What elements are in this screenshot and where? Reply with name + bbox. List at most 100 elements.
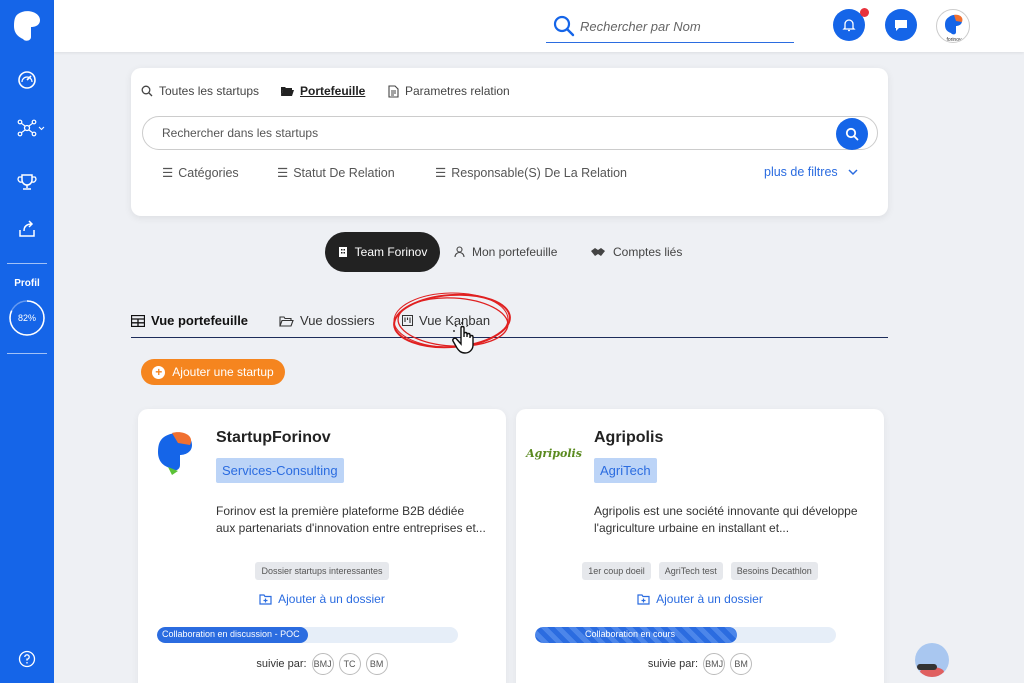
tab-label: Portefeuille (300, 84, 366, 98)
startup-card[interactable]: Agripolis Agripolis AgriTech Agripolis e… (516, 409, 884, 683)
folder-plus-icon (259, 593, 272, 605)
folder-tag[interactable]: Dossier startups interessantes (255, 562, 389, 580)
filter-label: Statut De Relation (293, 165, 395, 180)
followers-row: suivie par: BMJ BM (516, 653, 884, 675)
startup-name: Agripolis (594, 429, 664, 446)
search-filter-card: Toutes les startups Portefeuille Paramet… (131, 68, 888, 216)
dashboard-gauge-icon[interactable] (15, 68, 39, 92)
building-icon (338, 247, 347, 257)
filter-categories[interactable]: ☰ Catégories (162, 165, 239, 181)
forinov-avatar-logo-icon: forinov (945, 14, 963, 42)
handshake-icon (591, 248, 605, 256)
profile-progress-value: 82% (17, 313, 36, 323)
filter-relation-owner[interactable]: ☰ Responsable(S) De La Relation (435, 165, 628, 181)
tab-label: Parametres relation (405, 84, 510, 98)
category-badge[interactable]: Services-Consulting (216, 458, 344, 483)
relation-status-label: Collaboration en cours (585, 629, 676, 639)
global-search-input[interactable]: Rechercher par Nom (546, 12, 794, 43)
sidebar-divider (7, 263, 47, 264)
tab-portfolio-view[interactable]: Vue portefeuille (131, 313, 248, 328)
view-tab-label: Vue portefeuille (151, 313, 249, 328)
follower-avatar[interactable]: BMJ (311, 653, 334, 675)
filter-label: Responsable(S) De La Relation (451, 165, 628, 180)
follower-avatar[interactable]: TC (338, 653, 361, 675)
add-to-folder-label: Ajouter à un dossier (656, 592, 763, 606)
user-avatar[interactable]: forinov (936, 9, 970, 43)
table-icon (131, 314, 145, 327)
folder-tag[interactable]: AgriTech test (658, 562, 723, 580)
notification-badge (860, 8, 869, 17)
sidebar-divider (7, 353, 47, 354)
tab-folders-view[interactable]: Vue dossiers (279, 313, 375, 328)
startup-card[interactable]: StartupForinov Services-Consulting Forin… (138, 409, 506, 683)
document-icon (388, 84, 399, 98)
folder-tag[interactable]: Besoins Decathlon (730, 562, 818, 580)
filter-label: Catégories (178, 165, 239, 180)
folder-tag[interactable]: 1er coup doeil (582, 562, 651, 580)
list-icon: ☰ (162, 166, 174, 180)
forinov-logo-icon[interactable] (12, 10, 42, 42)
follower-avatar[interactable]: BM (730, 653, 753, 675)
list-icon: ☰ (277, 166, 289, 180)
scope-my-portfolio[interactable]: Mon portefeuille (454, 232, 557, 272)
tab-portfolio[interactable]: Portefeuille (280, 84, 365, 98)
bell-icon (842, 19, 856, 32)
top-bar: Rechercher par Nom forinov (54, 0, 1024, 52)
add-to-folder-button[interactable]: Ajouter à un dossier (516, 592, 884, 606)
search-icon (553, 15, 575, 37)
help-icon[interactable] (15, 647, 39, 671)
tab-all-startups[interactable]: Toutes les startups (141, 84, 259, 98)
tab-label: Toutes les startups (159, 84, 260, 98)
search-submit-button[interactable] (836, 118, 868, 150)
startup-description: Agripolis est une société innovante qui … (594, 504, 858, 535)
add-to-folder-button[interactable]: Ajouter à un dossier (138, 592, 506, 606)
support-agent-icon (917, 664, 944, 677)
more-filters-button[interactable]: plus de filtres (764, 165, 858, 179)
agripolis-logo: Agripolis (526, 446, 582, 460)
network-icon[interactable] (17, 116, 47, 140)
tab-relation-settings[interactable]: Parametres relation (388, 84, 510, 98)
followers-row: suivie par: BMJ TC BM (138, 653, 506, 675)
startupforinov-logo-icon (158, 432, 192, 475)
folder-plus-icon (637, 593, 650, 605)
scope-team-forinov[interactable]: Team Forinov (325, 232, 440, 272)
list-icon: ☰ (435, 166, 447, 180)
followers-label: suivie par: (647, 658, 699, 670)
folder-open-icon (279, 315, 294, 327)
sidebar: Profil 82% (0, 0, 54, 683)
startup-search-input[interactable]: Rechercher dans les startups (142, 116, 878, 150)
startup-search-placeholder: Rechercher dans les startups (162, 126, 319, 140)
search-icon (845, 127, 859, 141)
category-badge[interactable]: AgriTech (594, 458, 657, 483)
scope-linked-accounts[interactable]: Comptes liés (590, 232, 682, 272)
plus-icon: + (152, 365, 166, 379)
scope-label: Comptes liés (613, 245, 683, 259)
scope-label: Team Forinov (354, 245, 428, 259)
messages-button[interactable] (885, 9, 917, 41)
search-icon (141, 85, 153, 97)
folder-open-icon (281, 87, 294, 96)
global-search-placeholder: Rechercher par Nom (580, 19, 701, 34)
profile-label: Profil (14, 278, 40, 289)
follower-avatar[interactable]: BMJ (703, 653, 726, 675)
share-upload-icon[interactable] (15, 217, 39, 241)
support-chat-button[interactable] (915, 643, 949, 677)
scope-label: Mon portefeuille (472, 245, 558, 259)
add-startup-label: Ajouter une startup (172, 365, 274, 379)
add-to-folder-label: Ajouter à un dossier (278, 592, 385, 606)
add-startup-button[interactable]: + Ajouter une startup (141, 359, 285, 385)
trophy-icon[interactable] (15, 170, 39, 194)
more-filters-label: plus de filtres (764, 165, 838, 179)
relation-status-bar: Collaboration en cours (535, 627, 836, 643)
chat-icon (895, 20, 907, 31)
folder-tags: Dossier startups interessantes (138, 562, 506, 580)
view-tab-label: Vue dossiers (300, 313, 375, 328)
startup-name: StartupForinov (216, 429, 331, 446)
user-icon (454, 246, 465, 258)
startup-description: Forinov est la première plateforme B2B d… (216, 504, 486, 535)
filter-relation-status[interactable]: ☰ Statut De Relation (277, 165, 395, 181)
relation-status-label: Collaboration en discussion - POC (162, 629, 300, 639)
follower-avatar[interactable]: BM (365, 653, 388, 675)
folder-tags: 1er coup doeil AgriTech test Besoins Dec… (516, 562, 884, 580)
pointer-hand-icon (452, 322, 474, 354)
